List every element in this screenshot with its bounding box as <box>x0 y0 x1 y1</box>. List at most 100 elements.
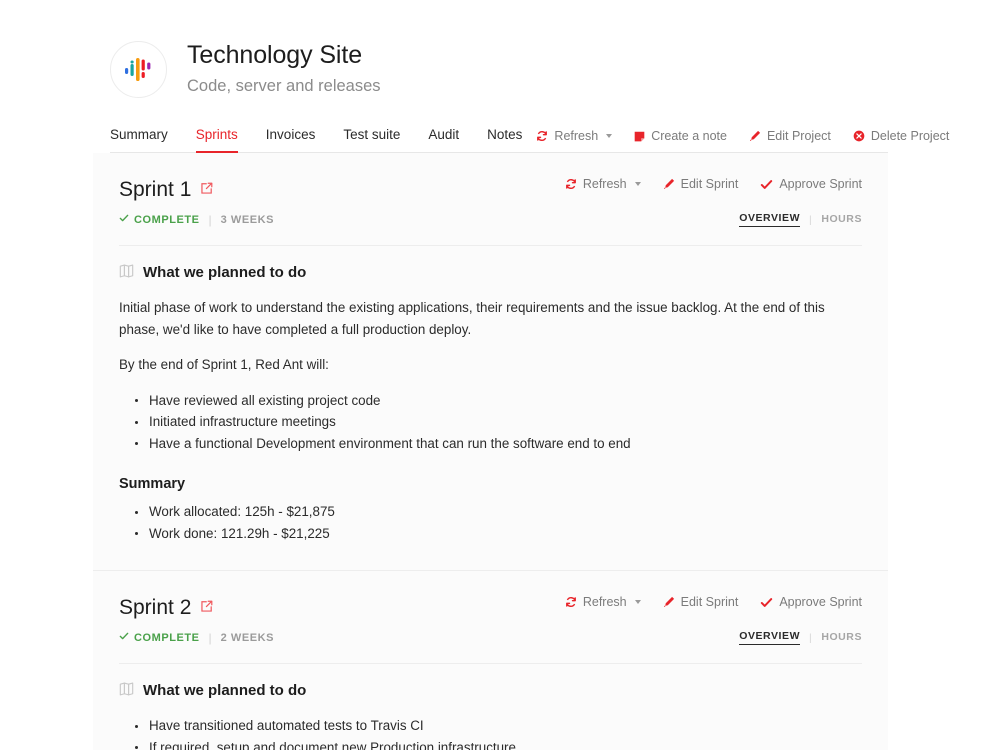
sprint-1-paragraph-1: Initial phase of work to understand the … <box>119 300 825 337</box>
sprint-1-edit-label: Edit Sprint <box>680 177 739 191</box>
sprint-1-actions-wrap: Refresh Edit Sprint Approve Sprint <box>565 177 862 191</box>
check-icon <box>119 631 129 644</box>
sprint-1-status-label: COMPLETE <box>134 213 200 226</box>
external-link-icon[interactable] <box>200 182 213 195</box>
sprint-2-meta-left: COMPLETE | 2 WEEKS <box>119 631 274 645</box>
refresh-project-button[interactable]: Refresh <box>536 129 613 143</box>
meta-separator: | <box>208 630 212 645</box>
sprint-1-actions: Refresh Edit Sprint Approve Sprint <box>565 177 862 191</box>
sprint-1-summary-list: Work allocated: 125h - $21,875 Work done… <box>133 501 862 544</box>
list-item: Have reviewed all existing project code <box>133 390 862 412</box>
chevron-down-icon[interactable] <box>634 600 641 604</box>
sprint-2-refresh-label: Refresh <box>582 595 627 609</box>
pencil-icon <box>663 596 675 608</box>
sprint-1-approve-label: Approve Sprint <box>779 177 862 191</box>
tab-summary[interactable]: Summary <box>110 127 182 152</box>
sprint-2-approve-label: Approve Sprint <box>779 595 862 609</box>
page-title: Technology Site <box>187 41 363 69</box>
sprint-1-bullet-list: Have reviewed all existing project code … <box>133 390 862 455</box>
sprint-1-approve-button[interactable]: Approve Sprint <box>760 177 862 191</box>
list-item: Work done: 121.29h - $21,225 <box>133 523 862 545</box>
book-icon <box>119 263 134 283</box>
delete-project-button[interactable]: Delete Project <box>853 129 950 143</box>
tab-sprints[interactable]: Sprints <box>182 127 252 153</box>
sprint-1-title: Sprint 1 <box>119 178 192 201</box>
project-title-block: Technology Site Code, server and release… <box>187 38 381 98</box>
sprint-1-meta-left: COMPLETE | 3 WEEKS <box>119 213 274 227</box>
chevron-down-icon[interactable] <box>606 134 613 138</box>
project-actions: Refresh Create a note Edit Project Delet… <box>536 129 949 152</box>
sprint-1-title-wrap: Sprint 1 <box>119 177 213 202</box>
sprint-2-view-hours[interactable]: HOURS <box>821 631 862 645</box>
create-note-label: Create a note <box>651 129 727 143</box>
sprint-2-refresh-button[interactable]: Refresh <box>565 595 641 609</box>
tab-invoices[interactable]: Invoices <box>252 127 330 152</box>
meta-separator: | <box>208 212 212 227</box>
sprint-1-refresh-label: Refresh <box>582 177 627 191</box>
sprint-1-body: What we planned to do Initial phase of w… <box>93 246 888 570</box>
sprint-2-actions-wrap: Refresh Edit Sprint Approve Sprint <box>565 595 862 609</box>
sprint-2-title: Sprint 2 <box>119 596 192 619</box>
tab-audit[interactable]: Audit <box>414 127 473 152</box>
sprint-2-section-head: What we planned to do <box>119 681 862 701</box>
sprint-1-view-toggle: OVERVIEW | HOURS <box>739 212 862 227</box>
sprint-1-duration: 3 WEEKS <box>220 213 275 226</box>
pencil-icon <box>663 178 675 190</box>
status-badge: COMPLETE <box>119 631 200 644</box>
sprints-list: Sprint 1 Refresh Edit Sprint Approve Spr… <box>93 153 888 750</box>
project-sprints-page: Technology Site Code, server and release… <box>0 0 1000 750</box>
refresh-project-label: Refresh <box>554 129 599 143</box>
sprint-2-title-wrap: Sprint 2 <box>119 595 213 620</box>
note-icon <box>634 131 645 142</box>
project-navbar: Summary Sprints Invoices Test suite Audi… <box>110 120 949 153</box>
sprint-card-2: Sprint 2 Refresh Edit Sprint Approve Spr… <box>93 570 888 750</box>
list-item: Have transitioned automated tests to Tra… <box>133 715 862 737</box>
sprint-1-header: Sprint 1 Refresh Edit Sprint Approve Spr… <box>93 153 888 202</box>
sprint-1-edit-button[interactable]: Edit Sprint <box>663 177 739 191</box>
sprint-2-body: What we planned to do Have transitioned … <box>93 664 888 750</box>
page-subtitle: Code, server and releases <box>187 77 381 95</box>
sprint-2-status-label: COMPLETE <box>134 631 200 644</box>
sprint-1-section-head: What we planned to do <box>119 263 862 283</box>
list-item: Initiated infrastructure meetings <box>133 411 862 433</box>
sprint-1-refresh-button[interactable]: Refresh <box>565 177 641 191</box>
sprint-2-approve-button[interactable]: Approve Sprint <box>760 595 862 609</box>
pencil-icon <box>749 130 761 142</box>
sprint-2-edit-button[interactable]: Edit Sprint <box>663 595 739 609</box>
sprint-1-meta: COMPLETE | 3 WEEKS OVERVIEW | HOURS <box>93 202 888 227</box>
sprint-2-view-toggle: OVERVIEW | HOURS <box>739 630 862 645</box>
refresh-icon <box>565 596 577 608</box>
chevron-down-icon[interactable] <box>634 182 641 186</box>
sprint-2-edit-label: Edit Sprint <box>680 595 739 609</box>
sprint-1-view-hours[interactable]: HOURS <box>821 213 862 227</box>
tab-notes[interactable]: Notes <box>473 127 536 152</box>
refresh-icon <box>536 130 548 142</box>
sprint-card-1: Sprint 1 Refresh Edit Sprint Approve Spr… <box>93 153 888 570</box>
list-item: If required, setup and document new Prod… <box>133 737 862 750</box>
book-icon <box>119 681 134 701</box>
sprint-2-duration: 2 WEEKS <box>220 631 275 644</box>
sprint-2-meta: COMPLETE | 2 WEEKS OVERVIEW | HOURS <box>93 620 888 645</box>
delete-project-label: Delete Project <box>870 129 950 143</box>
edit-project-label: Edit Project <box>766 129 831 143</box>
create-note-button[interactable]: Create a note <box>634 129 727 143</box>
tab-test-suite[interactable]: Test suite <box>329 127 414 152</box>
sprint-1-summary-heading: Summary <box>119 476 186 492</box>
project-logo <box>110 41 167 98</box>
sprint-1-view-overview[interactable]: OVERVIEW <box>739 212 801 227</box>
page-header: Technology Site Code, server and release… <box>0 0 1000 98</box>
check-icon <box>760 178 773 191</box>
sprint-2-bullet-list: Have transitioned automated tests to Tra… <box>133 715 862 750</box>
sprint-2-view-overview[interactable]: OVERVIEW <box>739 630 801 645</box>
delete-circle-icon <box>853 130 865 142</box>
view-toggle-separator: | <box>809 213 813 226</box>
external-link-icon[interactable] <box>200 600 213 613</box>
edit-project-button[interactable]: Edit Project <box>749 129 831 143</box>
sprint-1-section-title: What we planned to do <box>143 264 307 281</box>
check-icon <box>760 596 773 609</box>
view-toggle-separator: | <box>809 631 813 644</box>
status-badge: COMPLETE <box>119 213 200 226</box>
check-icon <box>119 213 129 226</box>
sprint-2-actions: Refresh Edit Sprint Approve Sprint <box>565 595 862 609</box>
list-item: Have a functional Development environmen… <box>133 433 862 455</box>
